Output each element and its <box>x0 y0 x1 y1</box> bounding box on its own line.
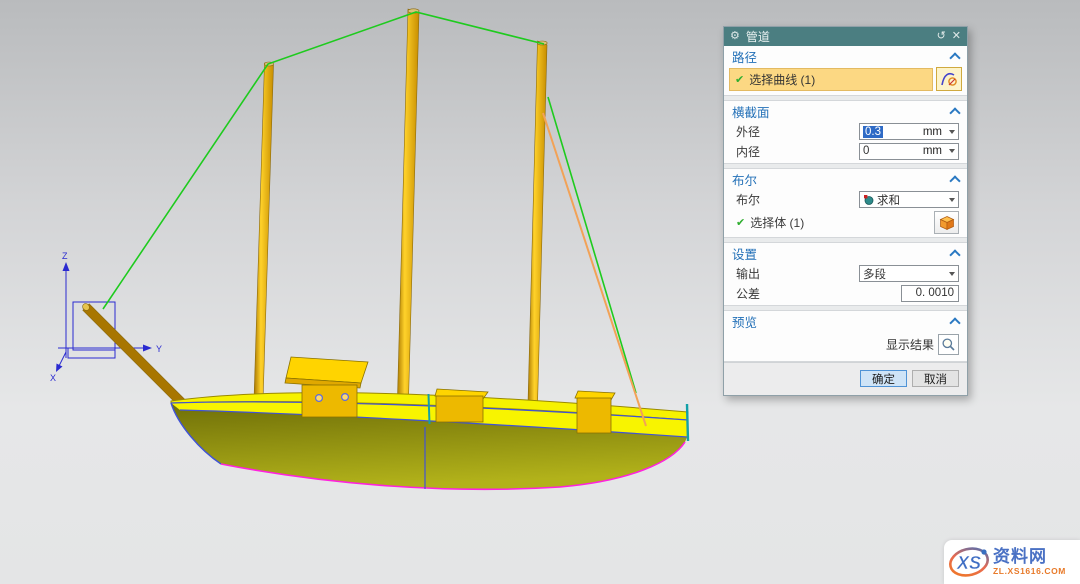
cabin-body <box>302 385 357 417</box>
outer-diameter-value[interactable]: 0.3 <box>863 126 883 138</box>
hatch2-front <box>577 398 611 433</box>
section-path: 路径 ✔ 选择曲线 (1) <box>724 46 967 96</box>
inner-diameter-field[interactable]: 0 mm <box>859 143 959 160</box>
x-axis-label: X <box>50 373 56 383</box>
y-axis-arrow <box>143 345 152 352</box>
section-cross-header[interactable]: 横截面 <box>724 101 967 121</box>
section-boolean: 布尔 布尔 求和 ✔ 选择体 (1) <box>724 168 967 238</box>
unite-icon <box>863 194 874 205</box>
stern-edge <box>687 404 688 441</box>
rigging-curve-aft[interactable] <box>548 97 636 393</box>
inner-diameter-unit[interactable]: mm <box>923 145 942 157</box>
bowsprit[interactable] <box>81 302 185 406</box>
collapse-chevron-icon[interactable] <box>949 317 960 328</box>
section-settings-title: 设置 <box>732 244 757 263</box>
z-axis-label: Z <box>62 251 68 261</box>
watermark-site-url: ZL.XS1616.COM <box>993 567 1066 576</box>
section-cross-title: 横截面 <box>732 102 770 121</box>
dropdown-caret-icon[interactable] <box>949 149 955 153</box>
select-curve-field[interactable]: ✔ 选择曲线 (1) <box>729 68 933 91</box>
porthole <box>342 394 349 401</box>
selected-path-curve[interactable] <box>543 113 646 426</box>
watermark-site-name: 资料网 <box>993 548 1066 565</box>
section-boolean-title: 布尔 <box>732 170 757 189</box>
show-result-button[interactable] <box>938 334 959 355</box>
z-axis-arrow <box>63 262 70 271</box>
deck-mark <box>429 394 430 424</box>
watermark-logo-text: XS <box>956 553 981 573</box>
collapse-chevron-icon[interactable] <box>949 52 960 63</box>
rigging-curve-top[interactable] <box>103 12 544 309</box>
section-path-title: 路径 <box>732 47 757 66</box>
tolerance-value: 0. 0010 <box>916 287 954 299</box>
curve-select-button[interactable] <box>936 67 962 91</box>
dialog-titlebar[interactable]: ⚙ 管道 ↺ ✕ <box>724 27 967 46</box>
section-preview: 预览 显示结果 <box>724 310 967 362</box>
collapse-chevron-icon[interactable] <box>949 175 960 186</box>
select-body-label: 选择体 (1) <box>750 214 804 231</box>
select-curve-label: 选择曲线 (1) <box>749 71 815 88</box>
section-settings-header[interactable]: 设置 <box>724 243 967 263</box>
hatch-front <box>436 396 483 422</box>
dropdown-caret-icon[interactable] <box>949 272 955 276</box>
watermark-logo: XS <box>947 542 991 582</box>
boolean-value: 求和 <box>877 192 900 208</box>
section-preview-header[interactable]: 预览 <box>724 311 967 331</box>
solid-body-icon <box>939 215 955 231</box>
reset-icon[interactable]: ↺ <box>937 31 946 42</box>
outer-diameter-label: 外径 <box>736 123 760 140</box>
curve-icon <box>940 70 958 88</box>
cancel-button[interactable]: 取消 <box>912 370 959 387</box>
section-cross-section: 横截面 外径 0.3 mm 内径 0 mm <box>724 100 967 164</box>
mast-rear <box>528 41 548 424</box>
output-label: 输出 <box>736 265 760 282</box>
output-value: 多段 <box>863 266 886 282</box>
select-body-button[interactable] <box>934 211 959 234</box>
section-preview-title: 预览 <box>732 312 757 331</box>
inner-diameter-value[interactable]: 0 <box>863 145 869 157</box>
dialog-title: 管道 <box>746 28 770 45</box>
magnifier-icon <box>941 337 956 352</box>
pipe-dialog: ⚙ 管道 ↺ ✕ 路径 ✔ 选择曲线 (1) 横 <box>723 26 968 396</box>
dialog-footer: 确定 取消 <box>724 362 967 395</box>
watermark-card: XS 资料网 ZL.XS1616.COM <box>944 540 1080 584</box>
y-axis-label: Y <box>156 344 162 354</box>
collapse-chevron-icon[interactable] <box>949 249 960 260</box>
collapse-chevron-icon[interactable] <box>949 107 960 118</box>
output-dropdown[interactable]: 多段 <box>859 265 959 282</box>
dropdown-caret-icon[interactable] <box>949 198 955 202</box>
section-boolean-header[interactable]: 布尔 <box>724 169 967 189</box>
mast-middle <box>397 9 419 418</box>
check-icon: ✔ <box>735 73 744 86</box>
section-path-header[interactable]: 路径 <box>724 46 967 66</box>
close-icon[interactable]: ✕ <box>952 31 961 42</box>
check-icon: ✔ <box>736 216 745 229</box>
outer-diameter-unit[interactable]: mm <box>923 126 942 138</box>
tolerance-field[interactable]: 0. 0010 <box>901 285 959 302</box>
mast-front <box>254 63 274 401</box>
section-settings: 设置 输出 多段 公差 0. 0010 <box>724 242 967 306</box>
gear-icon: ⚙ <box>730 31 740 42</box>
ok-button[interactable]: 确定 <box>860 370 907 387</box>
dropdown-caret-icon[interactable] <box>949 130 955 134</box>
inner-diameter-label: 内径 <box>736 143 760 160</box>
porthole <box>316 395 323 402</box>
boolean-dropdown[interactable]: 求和 <box>859 191 959 208</box>
tolerance-label: 公差 <box>736 285 760 302</box>
outer-diameter-field[interactable]: 0.3 mm <box>859 123 959 140</box>
boolean-label: 布尔 <box>736 191 760 208</box>
show-result-label: 显示结果 <box>886 336 934 353</box>
